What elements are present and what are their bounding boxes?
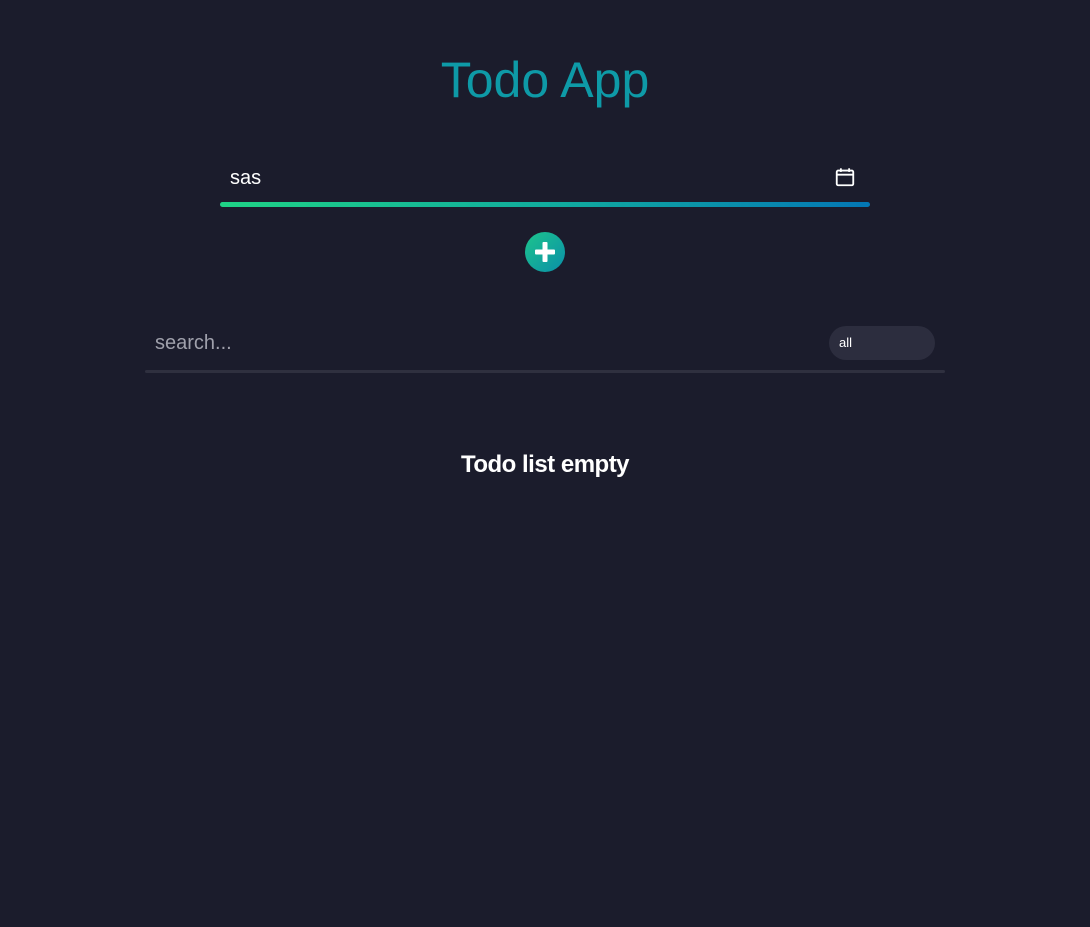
new-todo-input[interactable] <box>220 160 840 196</box>
plus-icon <box>535 242 555 262</box>
empty-list-message: Todo list empty <box>460 451 630 478</box>
filter-underline <box>145 370 945 373</box>
new-todo-underline <box>220 202 870 207</box>
todo-app: Todo App all Todo list empty <box>0 0 1090 927</box>
app-title: Todo App <box>440 52 650 108</box>
add-todo-button[interactable] <box>525 232 565 272</box>
status-filter-select[interactable]: all <box>829 326 935 360</box>
new-todo-form <box>220 160 870 208</box>
search-input[interactable] <box>145 322 815 364</box>
filter-bar: all <box>145 322 945 374</box>
calendar-icon[interactable] <box>834 166 856 188</box>
